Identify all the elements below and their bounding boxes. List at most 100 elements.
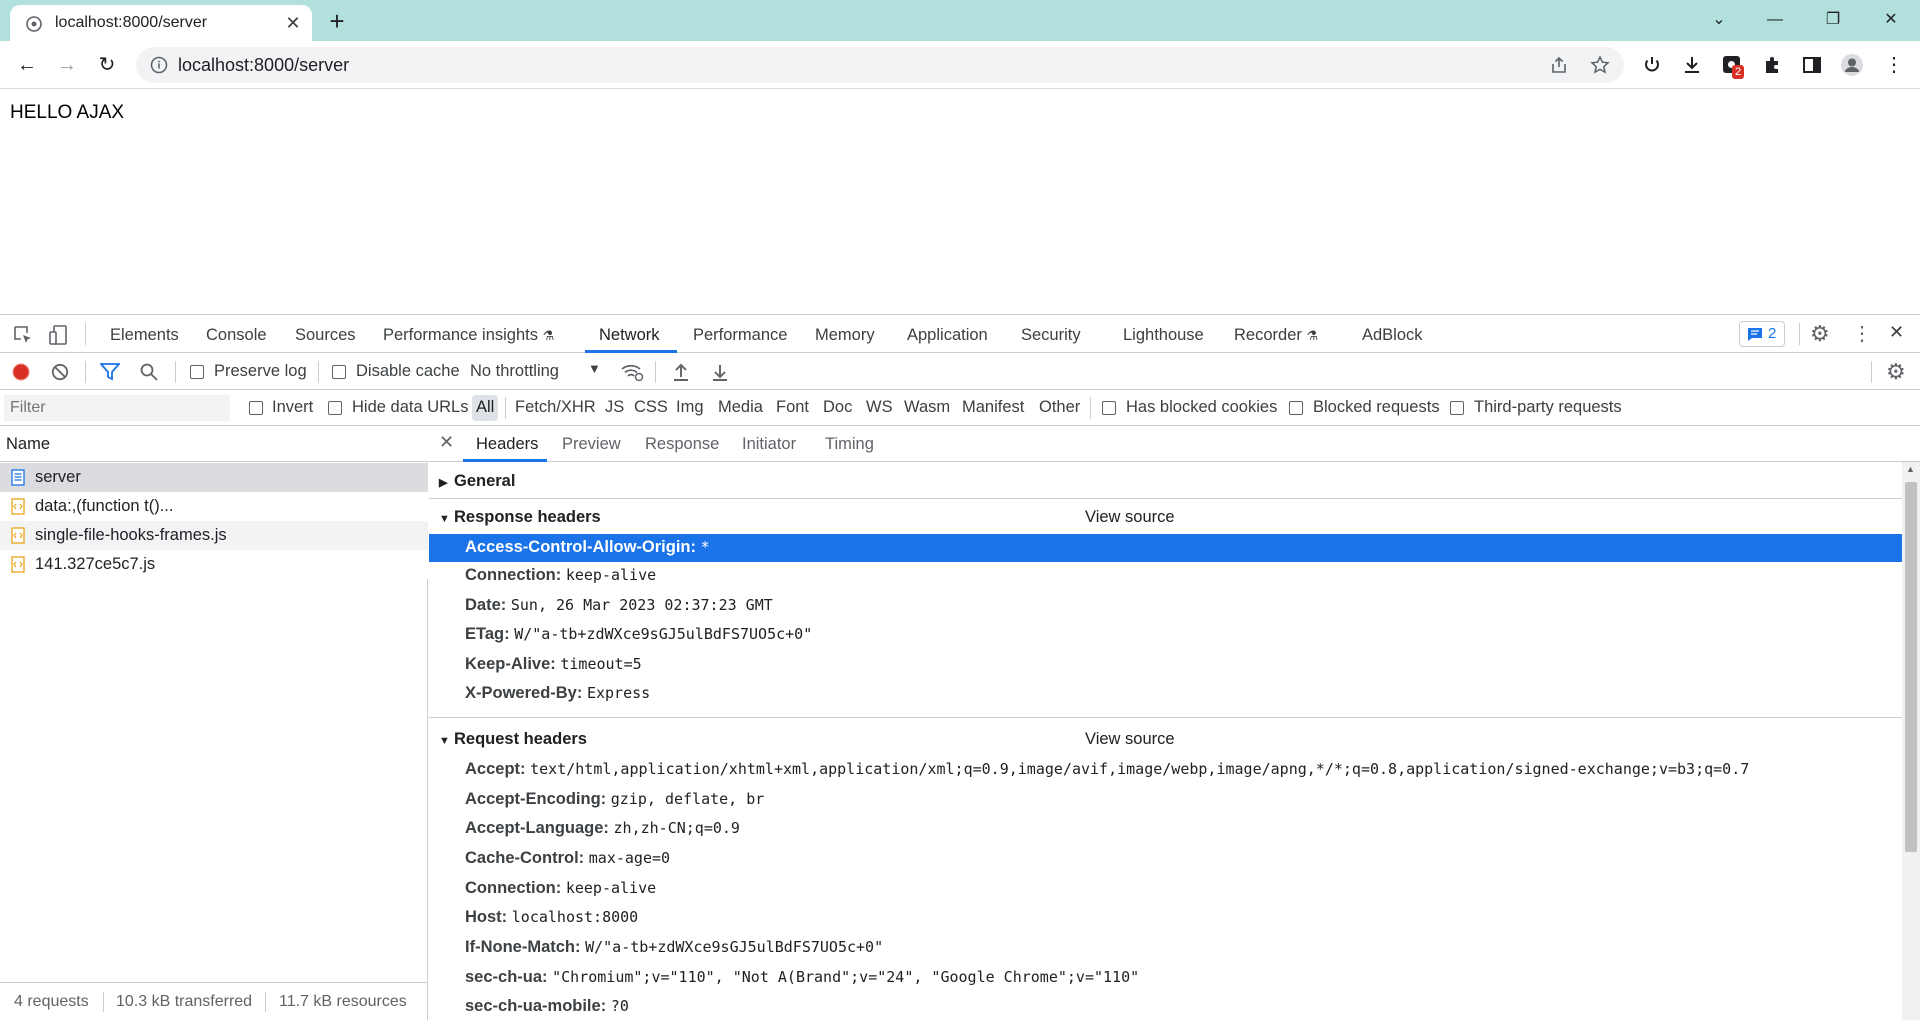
network-conditions-icon[interactable] <box>620 362 644 382</box>
type-filter-other[interactable]: Other <box>1039 398 1080 417</box>
inspect-element-icon[interactable] <box>12 324 34 346</box>
detail-tab-response[interactable]: Response <box>645 435 719 454</box>
blocked-requests-checkbox[interactable] <box>1289 401 1303 415</box>
third-party-checkbox[interactable] <box>1450 401 1464 415</box>
chrome-menu-icon[interactable]: ⋮ <box>1880 51 1908 79</box>
filter-funnel-icon[interactable] <box>100 363 120 381</box>
request-header-row[interactable]: Connection: keep-alive <box>429 875 1902 903</box>
export-har-icon[interactable] <box>711 362 729 382</box>
address-bar[interactable]: localhost:8000/server <box>136 47 1624 83</box>
minimize-button[interactable]: — <box>1752 4 1798 36</box>
power-icon[interactable] <box>1640 53 1664 77</box>
tab-network[interactable]: Network <box>599 326 660 345</box>
type-filter-all[interactable]: All <box>476 398 494 417</box>
clear-icon[interactable] <box>51 363 69 381</box>
request-header-row[interactable]: Cache-Control: max-age=0 <box>429 845 1902 873</box>
request-row-single-file-hooks[interactable]: single-file-hooks-frames.js <box>0 521 428 550</box>
request-row-server[interactable]: server <box>0 463 428 492</box>
close-devtools-icon[interactable]: ✕ <box>1889 322 1904 343</box>
bookmark-star-icon[interactable] <box>1590 55 1610 75</box>
tab-close-icon[interactable]: ✕ <box>282 12 304 34</box>
profile-avatar-icon[interactable] <box>1840 53 1864 77</box>
type-filter-font[interactable]: Font <box>776 398 809 417</box>
detail-tab-preview[interactable]: Preview <box>562 435 621 454</box>
tab-lighthouse[interactable]: Lighthouse <box>1123 326 1204 345</box>
detail-tab-timing[interactable]: Timing <box>825 435 874 454</box>
scrollbar-thumb[interactable] <box>1905 482 1917 852</box>
request-row-141-js[interactable]: 141.327ce5c7.js <box>0 550 428 579</box>
record-icon[interactable] <box>12 363 30 381</box>
tab-elements[interactable]: Elements <box>110 326 179 345</box>
preserve-log-checkbox[interactable] <box>190 365 204 379</box>
invert-checkbox[interactable] <box>249 401 263 415</box>
throttling-dropdown-icon[interactable]: ▼ <box>588 361 601 376</box>
request-row-data-url[interactable]: data:,(function t()... <box>0 492 428 521</box>
request-header-row[interactable]: Accept-Encoding: gzip, deflate, br <box>429 786 1902 814</box>
tab-search-icon[interactable]: ⌄ <box>1696 4 1742 36</box>
tab-recorder[interactable]: Recorder ⚗ <box>1234 326 1318 345</box>
close-detail-icon[interactable]: ✕ <box>439 432 454 453</box>
type-filter-css[interactable]: CSS <box>634 398 668 417</box>
disable-cache-checkbox[interactable] <box>332 365 346 379</box>
type-filter-js[interactable]: JS <box>605 398 624 417</box>
response-header-row[interactable]: Connection: keep-alive <box>429 562 1902 590</box>
new-tab-button[interactable]: + <box>322 8 352 34</box>
name-column-header[interactable]: Name <box>0 426 428 462</box>
response-view-source-link[interactable]: View source <box>1085 508 1175 527</box>
detail-tab-headers[interactable]: Headers <box>476 435 538 454</box>
side-panel-icon[interactable] <box>1800 53 1824 77</box>
url-text[interactable]: localhost:8000/server <box>178 55 349 76</box>
response-header-row[interactable]: X-Powered-By: Express <box>429 680 1902 708</box>
tab-memory[interactable]: Memory <box>815 326 875 345</box>
request-header-row[interactable]: sec-ch-ua: "Chromium";v="110", "Not A(Br… <box>429 964 1902 992</box>
restore-button[interactable]: ❐ <box>1810 4 1856 36</box>
issues-button[interactable]: 2 <box>1739 321 1785 347</box>
browser-tab[interactable]: localhost:8000/server ✕ <box>10 5 312 41</box>
tab-security[interactable]: Security <box>1021 326 1081 345</box>
tab-performance-insights[interactable]: Performance insights ⚗ <box>383 326 554 345</box>
more-options-icon[interactable]: ⋮ <box>1852 321 1872 346</box>
section-request-headers[interactable]: ▼ Request headers <box>439 730 587 749</box>
network-settings-gear-icon[interactable]: ⚙ <box>1886 359 1906 385</box>
tab-application[interactable]: Application <box>907 326 988 345</box>
forward-button[interactable]: → <box>53 51 81 79</box>
type-filter-wasm[interactable]: Wasm <box>904 398 950 417</box>
headers-scrollbar[interactable]: ▲ <box>1902 462 1920 1020</box>
type-filter-media[interactable]: Media <box>718 398 763 417</box>
tab-sources[interactable]: Sources <box>295 326 356 345</box>
tab-performance[interactable]: Performance <box>693 326 787 345</box>
request-view-source-link[interactable]: View source <box>1085 730 1175 749</box>
request-header-row[interactable]: Host: localhost:8000 <box>429 904 1902 932</box>
type-filter-img[interactable]: Img <box>676 398 704 417</box>
share-icon[interactable] <box>1549 55 1569 75</box>
section-response-headers[interactable]: ▼ Response headers <box>439 508 601 527</box>
request-header-row[interactable]: Accept-Language: zh,zh-CN;q=0.9 <box>429 815 1902 843</box>
download-icon[interactable] <box>1680 53 1704 77</box>
tab-adblock[interactable]: AdBlock <box>1362 326 1423 345</box>
request-header-row[interactable]: sec-ch-ua-mobile: ?0 <box>429 993 1902 1020</box>
section-general[interactable]: ▶ General <box>439 472 515 491</box>
response-header-row[interactable]: Date: Sun, 26 Mar 2023 02:37:23 GMT <box>429 592 1902 620</box>
import-har-icon[interactable] <box>672 362 690 382</box>
type-filter-doc[interactable]: Doc <box>823 398 852 417</box>
detail-tab-initiator[interactable]: Initiator <box>742 435 796 454</box>
scroll-up-arrow-icon[interactable]: ▲ <box>1906 464 1915 474</box>
back-button[interactable]: ← <box>13 51 41 79</box>
response-header-row[interactable]: Access-Control-Allow-Origin: * <box>429 534 1902 562</box>
extensions-puzzle-icon[interactable] <box>1761 53 1785 77</box>
filter-input[interactable] <box>4 395 230 421</box>
window-close-button[interactable]: ✕ <box>1868 4 1914 36</box>
settings-gear-icon[interactable]: ⚙ <box>1810 321 1830 347</box>
request-header-row[interactable]: If-None-Match: W/"a-tb+zdWXce9sGJ5ulBdFS… <box>429 934 1902 962</box>
throttling-select[interactable]: No throttling <box>470 362 559 381</box>
request-header-row[interactable]: Accept: text/html,application/xhtml+xml,… <box>429 756 1902 784</box>
response-header-row[interactable]: Keep-Alive: timeout=5 <box>429 651 1902 679</box>
tab-console[interactable]: Console <box>206 326 267 345</box>
response-header-row[interactable]: ETag: W/"a-tb+zdWXce9sGJ5ulBdFS7UO5c+0" <box>429 621 1902 649</box>
extension-badge-icon[interactable]: 2 <box>1720 53 1745 79</box>
has-blocked-cookies-checkbox[interactable] <box>1102 401 1116 415</box>
type-filter-ws[interactable]: WS <box>866 398 893 417</box>
search-icon[interactable] <box>140 363 158 381</box>
info-icon[interactable] <box>150 56 168 74</box>
hide-data-urls-checkbox[interactable] <box>328 401 342 415</box>
